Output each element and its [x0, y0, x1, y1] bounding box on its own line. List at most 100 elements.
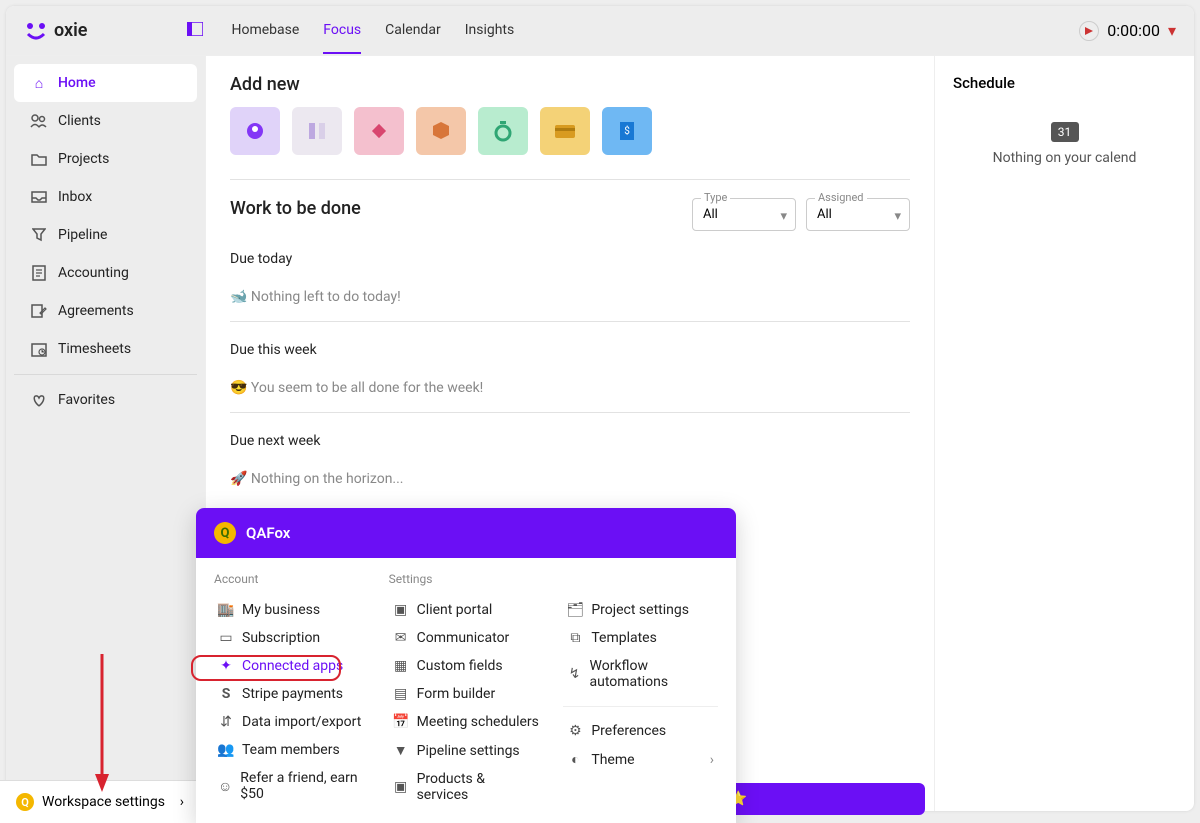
- tab-calendar[interactable]: Calendar: [385, 8, 441, 54]
- stripe-icon: S: [218, 686, 234, 702]
- menu-label: Products & services: [417, 771, 540, 803]
- sidebar-item-projects[interactable]: Projects: [14, 140, 197, 178]
- sidebar-label: Projects: [58, 151, 109, 167]
- menu-label: Client portal: [417, 602, 493, 618]
- people-icon: [30, 112, 48, 130]
- timer-widget[interactable]: 0:00:00 ▾: [1079, 21, 1176, 41]
- popup-header: Q QAFox: [196, 508, 736, 558]
- sidebar-label: Agreements: [58, 303, 134, 319]
- panel-toggle-icon[interactable]: [187, 21, 203, 40]
- add-tile-timer[interactable]: [478, 107, 528, 155]
- menu-stripe[interactable]: S Stripe payments: [214, 680, 369, 708]
- section-title: Due next week: [230, 433, 910, 449]
- caret-down-icon[interactable]: ▾: [1168, 21, 1176, 40]
- store-icon: 🏬: [218, 602, 234, 618]
- logo-mark-icon: [24, 20, 48, 42]
- topbar: oxie Homebase Focus Calendar Insights 0:…: [6, 6, 1194, 56]
- sidebar-item-pipeline[interactable]: Pipeline: [14, 216, 197, 254]
- filter-type[interactable]: Type All ▾: [692, 198, 796, 231]
- play-icon[interactable]: [1079, 21, 1099, 41]
- popup-workspace-name: QAFox: [246, 524, 290, 542]
- card-icon: ▭: [218, 630, 234, 646]
- popup-avatar: Q: [214, 522, 236, 544]
- brand-name: oxie: [54, 20, 87, 41]
- add-tile-invoice[interactable]: $: [602, 107, 652, 155]
- add-tile-deal[interactable]: [354, 107, 404, 155]
- menu-label: Form builder: [417, 686, 496, 702]
- sidebar-item-timesheets[interactable]: Timesheets: [14, 330, 197, 368]
- add-tile-package[interactable]: [416, 107, 466, 155]
- menu-client-portal[interactable]: ▣ Client portal: [389, 596, 544, 624]
- menu-communicator[interactable]: ✉Communicator: [389, 624, 544, 652]
- menu-workflow[interactable]: ↯Workflow automations: [563, 652, 718, 696]
- menu-form-builder[interactable]: ▤ Form builder: [389, 680, 544, 708]
- work-title: Work to be done: [230, 198, 682, 219]
- theme-icon: ◐: [567, 751, 583, 768]
- add-tile-payment[interactable]: [540, 107, 590, 155]
- sidebar-item-agreements[interactable]: Agreements: [14, 292, 197, 330]
- tab-homebase[interactable]: Homebase: [231, 8, 299, 54]
- section-title: Due today: [230, 251, 910, 267]
- sidebar-item-clients[interactable]: Clients: [14, 102, 197, 140]
- form-icon: ▤: [393, 686, 409, 702]
- menu-pipeline-settings[interactable]: ▼Pipeline settings: [389, 736, 544, 765]
- section-text: You seem to be all done for the week!: [251, 380, 483, 396]
- section-title: Due this week: [230, 342, 910, 358]
- menu-label: Team members: [242, 742, 340, 758]
- menu-theme[interactable]: ◐Theme›: [563, 745, 718, 774]
- tab-focus[interactable]: Focus: [323, 8, 361, 54]
- tab-insights[interactable]: Insights: [465, 8, 515, 54]
- chevron-down-icon: ▾: [780, 209, 787, 224]
- sidebar-label: Home: [58, 75, 96, 91]
- sidebar-item-accounting[interactable]: Accounting: [14, 254, 197, 292]
- menu-label: Connected apps: [242, 658, 343, 674]
- menu-products[interactable]: ▣Products & services: [389, 765, 544, 809]
- brand-logo: oxie: [24, 20, 87, 42]
- portal-icon: ▣: [393, 602, 409, 618]
- menu-label: Stripe payments: [242, 686, 343, 702]
- menu-meetings[interactable]: 📅Meeting schedulers: [389, 708, 544, 736]
- sidebar-item-inbox[interactable]: Inbox: [14, 178, 197, 216]
- add-tile-contact[interactable]: [230, 107, 280, 155]
- menu-refer[interactable]: ☺Refer a friend, earn $50: [214, 764, 369, 808]
- menu-custom-fields[interactable]: ▦Custom fields: [389, 652, 544, 680]
- filter-assigned-label: Assigned: [815, 191, 867, 204]
- flow-icon: ↯: [567, 666, 581, 682]
- receipt-icon: [30, 264, 48, 282]
- team-icon: 👥: [218, 742, 234, 758]
- menu-label: Project settings: [591, 602, 689, 618]
- settings-column-2: 🗂Project settings ⧉Templates ↯Workflow a…: [563, 572, 718, 809]
- folder-icon: [30, 150, 48, 168]
- filter-assigned[interactable]: Assigned All ▾: [806, 198, 910, 231]
- add-new-title: Add new: [230, 74, 910, 95]
- menu-preferences[interactable]: ⚙Preferences: [563, 717, 718, 745]
- sidebar-label: Pipeline: [58, 227, 108, 243]
- menu-label: Preferences: [591, 723, 666, 739]
- menu-subscription[interactable]: ▭Subscription: [214, 624, 369, 652]
- sidebar-item-favorites[interactable]: Favorites: [14, 381, 197, 419]
- menu-label: Refer a friend, earn $50: [240, 770, 364, 802]
- column-title-blank: [563, 572, 718, 586]
- calendar-icon: 📅: [393, 714, 409, 730]
- schedule-empty-text: Nothing on your calend: [993, 150, 1137, 166]
- sidebar-item-home[interactable]: ⌂Home: [14, 64, 197, 102]
- settings-column-1: Settings ▣Client portal ✉Communicator ▦C…: [389, 572, 544, 809]
- due-week-section: Due this week 😎 You seem to be all done …: [230, 342, 910, 413]
- add-tile-task[interactable]: [292, 107, 342, 155]
- menu-data-io[interactable]: ⇵Data import/export: [214, 708, 369, 736]
- schedule-title: Schedule: [953, 74, 1176, 92]
- due-today-section: Due today 🐋 Nothing left to do today!: [230, 251, 910, 322]
- sign-icon: [30, 302, 48, 320]
- menu-templates[interactable]: ⧉Templates: [563, 624, 718, 652]
- sidebar: ⌂Home Clients Projects Inbox Pipeline Ac…: [6, 56, 206, 811]
- menu-label: Theme: [591, 752, 634, 768]
- filter-assigned-value: All: [817, 207, 832, 222]
- menu-connected-apps[interactable]: ✦Connected apps: [214, 652, 369, 680]
- menu-label: Custom fields: [417, 658, 503, 674]
- menu-team[interactable]: 👥 Team members: [214, 736, 369, 764]
- sidebar-label: Favorites: [58, 392, 115, 408]
- menu-my-business[interactable]: 🏬My business: [214, 596, 369, 624]
- svg-text:$: $: [624, 124, 630, 137]
- emoji-icon: 🚀: [230, 471, 247, 487]
- menu-project-settings[interactable]: 🗂Project settings: [563, 596, 718, 624]
